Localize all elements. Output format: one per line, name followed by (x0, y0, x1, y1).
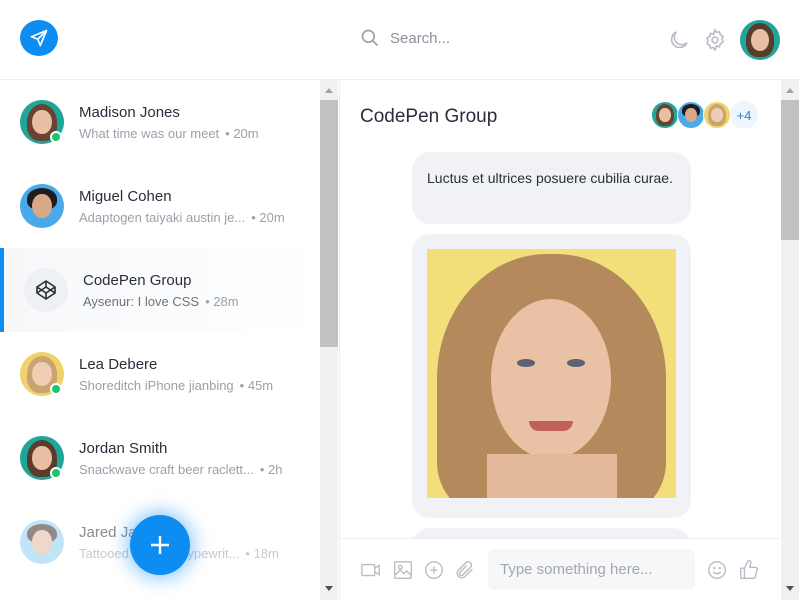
online-status (50, 131, 62, 143)
contact-name: Lea Debere (79, 355, 158, 373)
conversation-item[interactable]: Miguel Cohen Adaptogen taiyaki austin je.… (0, 164, 320, 248)
chat-panel: CodePen Group +4 Luctus et ultrices posu… (340, 80, 780, 600)
video-icon[interactable] (360, 559, 382, 581)
last-message: Snackwave craft beer raclett... (79, 461, 254, 477)
message-time: • 28m (205, 293, 239, 309)
conversation-item-active[interactable]: CodePen Group Aysenur: I love CSS • 28m (0, 248, 320, 332)
message-time: • 45m (239, 377, 274, 393)
contact-name: Miguel Cohen (79, 187, 172, 205)
user-avatar[interactable] (740, 20, 780, 60)
avatar (20, 520, 64, 564)
plus-icon (151, 536, 169, 554)
contact-name: Jordan Smith (79, 439, 168, 457)
last-message: Aysenur: I love CSS (83, 293, 200, 309)
message-bubble: Luctus et ultrices posuere cubilia curae… (412, 152, 691, 224)
conversation-item[interactable]: Jordan Smith Snackwave craft beer raclett… (0, 416, 320, 500)
message-time: • 20m (251, 209, 285, 225)
paperclip-icon[interactable] (454, 559, 476, 581)
search-icon (361, 29, 379, 47)
new-conversation-button[interactable] (130, 515, 190, 575)
online-status (50, 383, 62, 395)
more-members-badge: +4 (730, 101, 758, 129)
header (0, 0, 800, 80)
conversation-item[interactable]: Madison Jones What time was our meet • 20m (0, 80, 320, 164)
search-input[interactable] (390, 29, 590, 47)
chat-title: CodePen Group (360, 106, 498, 127)
paper-plane-icon[interactable] (20, 20, 58, 56)
last-message: Shoreditch iPhone jianbing (79, 377, 234, 393)
search-bar (360, 28, 590, 48)
member-avatar (703, 101, 731, 129)
conversation-item[interactable]: Lea Debere Shoreditch iPhone jianbing • 45… (0, 332, 320, 416)
member-avatar (677, 101, 705, 129)
image-message[interactable] (412, 234, 691, 518)
contact-name: CodePen Group (83, 271, 192, 289)
chat-scrollbar[interactable] (781, 80, 799, 600)
message-photo (427, 249, 676, 498)
group-members[interactable]: +4 (651, 101, 758, 129)
image-icon[interactable] (392, 559, 414, 581)
moon-icon[interactable] (667, 28, 691, 52)
sidebar-scrollbar[interactable] (320, 80, 338, 600)
smile-icon[interactable] (706, 559, 728, 581)
message-time: • 2h (259, 461, 283, 477)
avatar (20, 184, 64, 228)
last-message: What time was our meet (79, 125, 220, 141)
message-time: • 20m (225, 125, 259, 141)
thumbs-up-icon[interactable] (738, 559, 760, 581)
member-avatar (651, 101, 679, 129)
contact-name: Madison Jones (79, 103, 180, 121)
message-time: • 18m (245, 545, 279, 561)
last-message: Adaptogen taiyaki austin je... (79, 209, 246, 225)
codepen-icon (24, 268, 68, 312)
online-status (50, 467, 62, 479)
message-input[interactable] (488, 549, 695, 590)
gear-icon[interactable] (703, 28, 727, 52)
message-composer (340, 538, 780, 600)
plus-circle-icon[interactable] (423, 559, 445, 581)
